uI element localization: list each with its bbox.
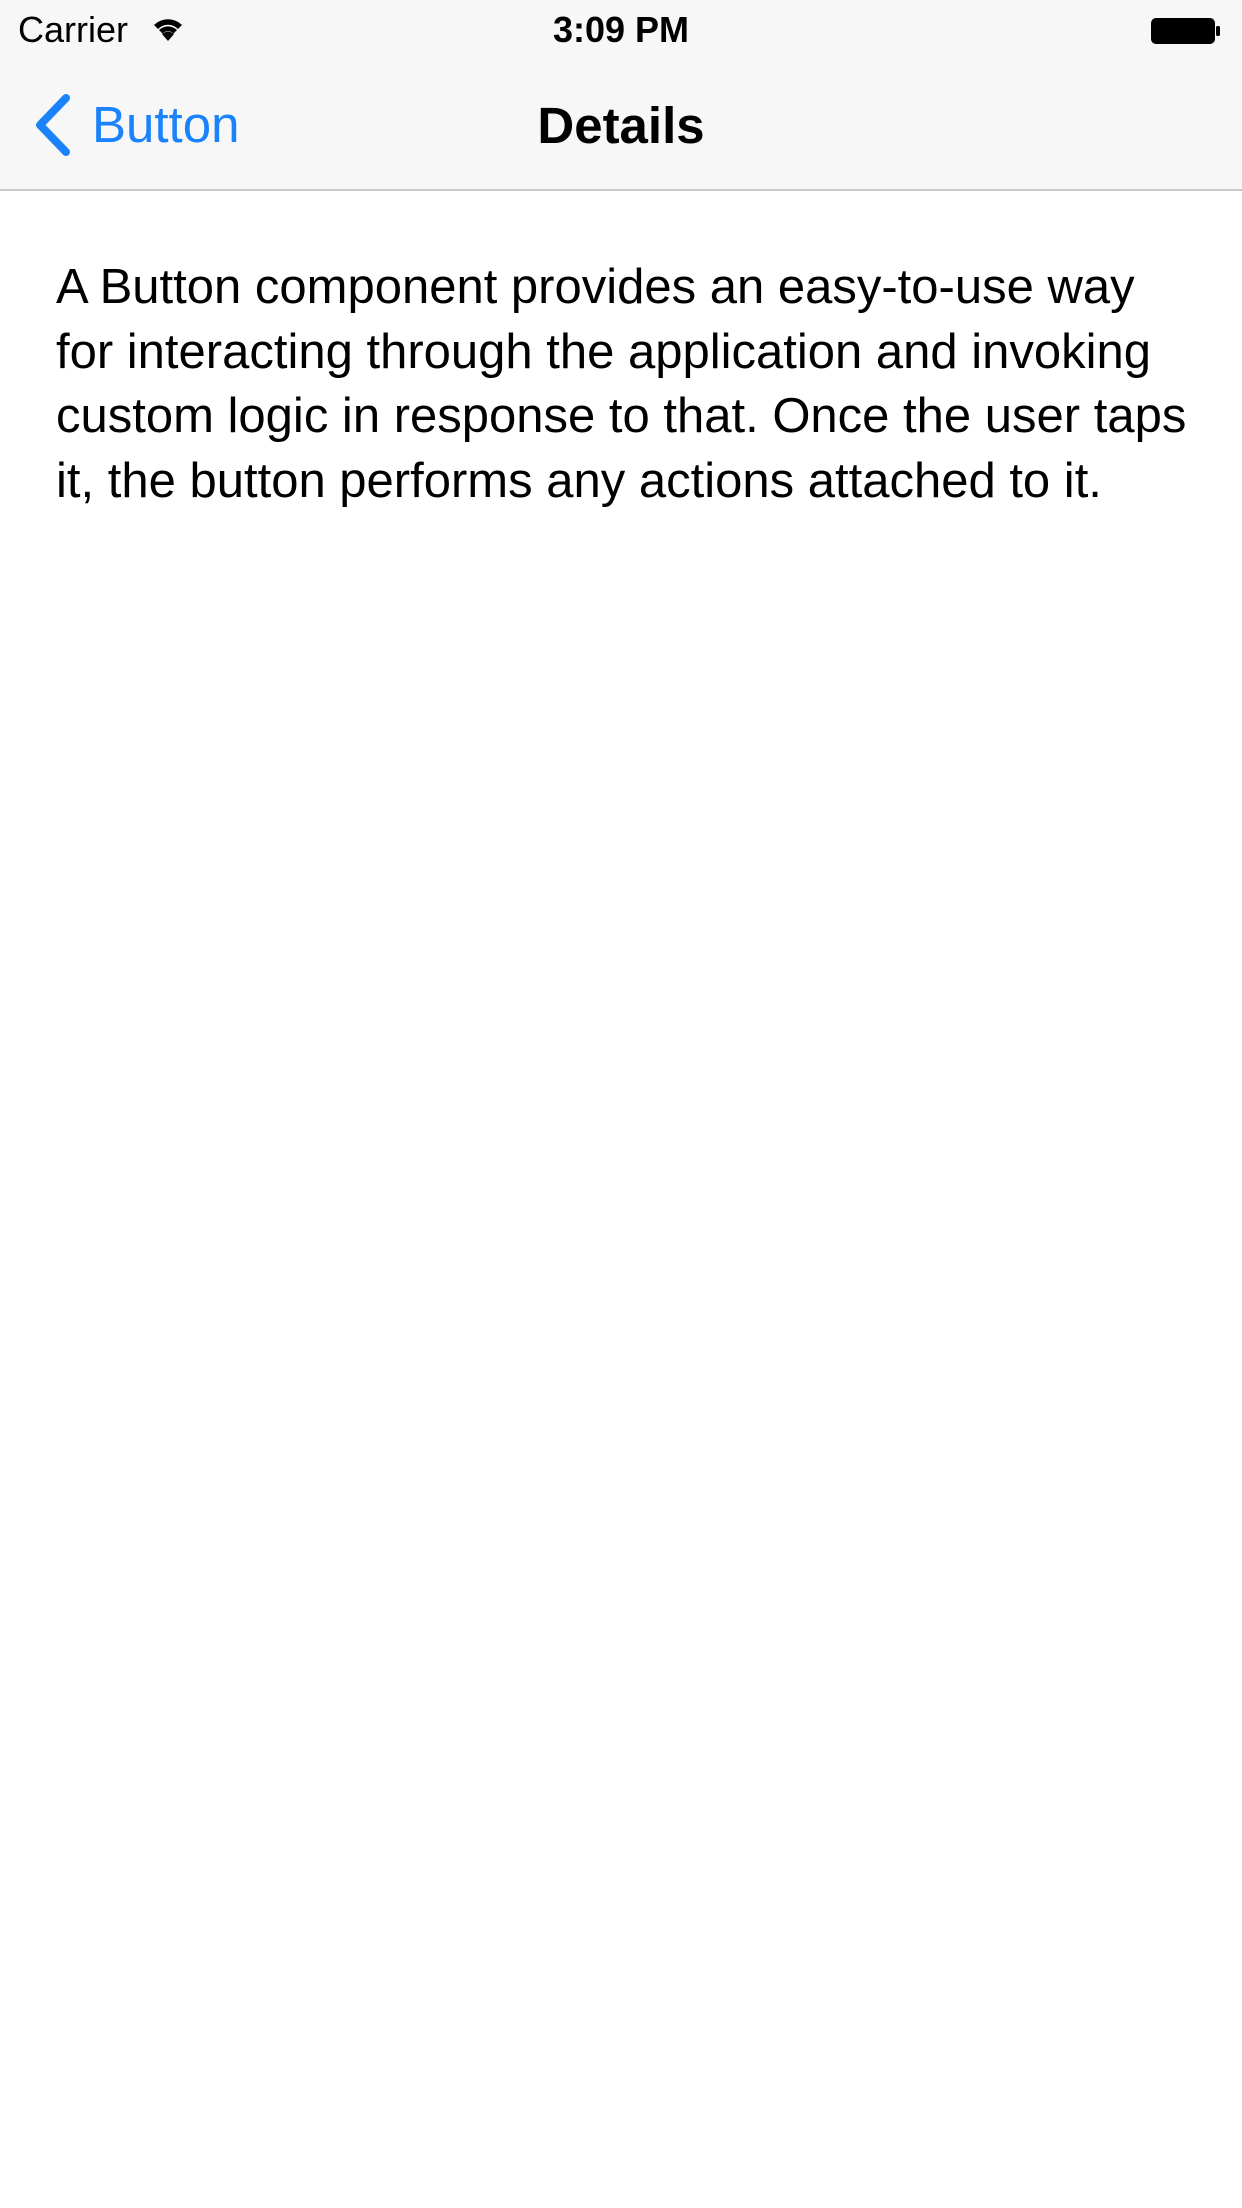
status-time: 3:09 PM	[552, 9, 690, 50]
page-title: Details	[537, 97, 705, 154]
details-content: A Button component provides an easy-to-u…	[56, 255, 1196, 513]
status-bar: Carrier 3:09 PM	[0, 0, 1242, 60]
battery-icon	[1151, 18, 1220, 44]
description-text: A Button component provides an easy-to-u…	[56, 260, 1187, 508]
navigation-bar: Button Details	[0, 60, 1242, 191]
